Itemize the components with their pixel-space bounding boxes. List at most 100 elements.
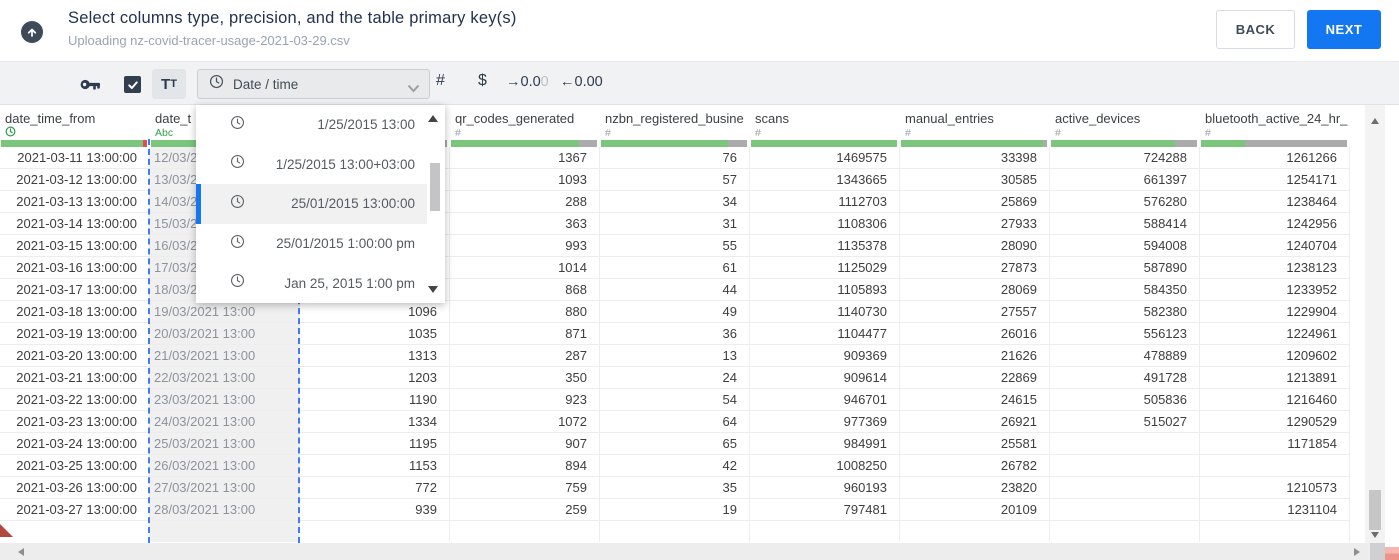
scroll-down-icon[interactable]	[1371, 532, 1379, 538]
cell[interactable]: 259	[450, 499, 600, 521]
cell[interactable]: 2021-03-12 13:00:00	[0, 169, 150, 191]
cell[interactable]: 1233952	[1200, 279, 1350, 301]
cell[interactable]: 1125029	[750, 257, 900, 279]
cell[interactable]: 288	[450, 191, 600, 213]
number-type-button[interactable]: #	[436, 72, 445, 90]
currency-type-button[interactable]: $	[478, 72, 487, 90]
column-header[interactable]: bluetooth_active_24_hr_ #	[1200, 105, 1350, 147]
cell[interactable]: 2021-03-21 13:00:00	[0, 367, 150, 389]
column-manual_entries[interactable]: manual_entries #33398 30585 25869 27933 28090…	[900, 105, 1050, 543]
cell[interactable]: 35	[600, 477, 750, 499]
cell[interactable]: 993	[450, 235, 600, 257]
cell[interactable]: 2021-03-17 13:00:00	[0, 279, 150, 301]
cell[interactable]: 880	[450, 301, 600, 323]
cell[interactable]: 22/03/2021 13:00	[150, 367, 300, 389]
cell[interactable]: 1254171	[1200, 169, 1350, 191]
column-type-dropdown[interactable]: Date / time	[197, 69, 430, 99]
column-scans[interactable]: scans #1469575 1343665 1112703 1108306 113537…	[750, 105, 900, 543]
cell[interactable]: 1238123	[1200, 257, 1350, 279]
column-header[interactable]: manual_entries #	[900, 105, 1050, 147]
cell[interactable]: 61	[600, 257, 750, 279]
cell[interactable]: 55	[600, 235, 750, 257]
cell[interactable]: 1190	[300, 389, 450, 411]
cell[interactable]: 25581	[900, 433, 1050, 455]
cell[interactable]: 2021-03-14 13:00:00	[0, 213, 150, 235]
scroll-left-icon[interactable]	[18, 548, 24, 556]
scroll-up-icon[interactable]	[1371, 118, 1379, 124]
cell[interactable]: 19/03/2021 13:00	[150, 301, 300, 323]
cell[interactable]: 556123	[1050, 323, 1200, 345]
column-header[interactable]: active_devices #	[1050, 105, 1200, 147]
cell[interactable]: 1035	[300, 323, 450, 345]
date-format-option[interactable]: Jan 25, 2015 1:00 pm	[196, 263, 427, 303]
cell[interactable]: 287	[450, 345, 600, 367]
cell[interactable]	[1050, 477, 1200, 499]
cell[interactable]: 1096	[300, 301, 450, 323]
cell[interactable]: 27933	[900, 213, 1050, 235]
cell[interactable]: 960193	[750, 477, 900, 499]
cell[interactable]: 946701	[750, 389, 900, 411]
cell[interactable]: 34	[600, 191, 750, 213]
cell[interactable]: 1104477	[750, 323, 900, 345]
primary-key-checkbox[interactable]	[124, 76, 141, 93]
cell[interactable]: 24615	[900, 389, 1050, 411]
cell[interactable]: 26782	[900, 455, 1050, 477]
cell[interactable]: 584350	[1050, 279, 1200, 301]
cell[interactable]: 28069	[900, 279, 1050, 301]
cell[interactable]: 1469575	[750, 147, 900, 169]
column-date_time_from[interactable]: date_time_from 2021-03-11 13:00:00 2021-03…	[0, 105, 150, 543]
cell[interactable]: 44	[600, 279, 750, 301]
cell[interactable]: 26016	[900, 323, 1050, 345]
date-format-option[interactable]: 25/01/2015 13:00:00	[196, 184, 427, 224]
cell[interactable]: 21/03/2021 13:00	[150, 345, 300, 367]
cell[interactable]: 76	[600, 147, 750, 169]
cell[interactable]: 26/03/2021 13:00	[150, 455, 300, 477]
cell[interactable]: 505836	[1050, 389, 1200, 411]
cell[interactable]: 1238464	[1200, 191, 1350, 213]
cell[interactable]: 977369	[750, 411, 900, 433]
cell[interactable]: 2021-03-23 13:00:00	[0, 411, 150, 433]
primary-key-icon[interactable]	[80, 77, 101, 92]
cell[interactable]: 2021-03-18 13:00:00	[0, 301, 150, 323]
column-active_devices[interactable]: active_devices #724288 661397 576280 588414 5…	[1050, 105, 1200, 543]
cell[interactable]: 1334	[300, 411, 450, 433]
cell[interactable]	[1050, 433, 1200, 455]
cell[interactable]: 1210573	[1200, 477, 1350, 499]
cell[interactable]: 871	[450, 323, 600, 345]
cell[interactable]: 1195	[300, 433, 450, 455]
cell[interactable]: 2021-03-19 13:00:00	[0, 323, 150, 345]
column-header[interactable]: qr_codes_generated #	[450, 105, 600, 147]
cell[interactable]: 22869	[900, 367, 1050, 389]
next-button[interactable]: NEXT	[1307, 10, 1381, 49]
column-bluetooth_active_24_hr_[interactable]: bluetooth_active_24_hr_ #1261266 1254171 12…	[1200, 105, 1350, 543]
vertical-scrollbar-thumb[interactable]	[1369, 490, 1381, 530]
cell[interactable]: 54	[600, 389, 750, 411]
cell[interactable]: 1290529	[1200, 411, 1350, 433]
cell[interactable]: 661397	[1050, 169, 1200, 191]
column-qr_codes_generated[interactable]: qr_codes_generated #1367 1093 288 363 993 1014…	[450, 105, 600, 543]
cell[interactable]: 1313	[300, 345, 450, 367]
date-format-option[interactable]: 25/01/2015 1:00:00 pm	[196, 224, 427, 264]
increase-precision-button[interactable]: ←0.00	[560, 74, 603, 90]
cell[interactable]: 1108306	[750, 213, 900, 235]
cell[interactable]: 2021-03-26 13:00:00	[0, 477, 150, 499]
cell[interactable]: 724288	[1050, 147, 1200, 169]
cell[interactable]: 28090	[900, 235, 1050, 257]
cell[interactable]: 759	[450, 477, 600, 499]
cell[interactable]: 24	[600, 367, 750, 389]
cell[interactable]: 1093	[450, 169, 600, 191]
cell[interactable]: 19	[600, 499, 750, 521]
cell[interactable]	[1050, 499, 1200, 521]
cell[interactable]: 2021-03-24 13:00:00	[0, 433, 150, 455]
cell[interactable]: 1014	[450, 257, 600, 279]
cell[interactable]: 33398	[900, 147, 1050, 169]
cell[interactable]: 21626	[900, 345, 1050, 367]
cell[interactable]: 2021-03-27 13:00:00	[0, 499, 150, 521]
cell[interactable]: 2021-03-20 13:00:00	[0, 345, 150, 367]
cell[interactable]: 894	[450, 455, 600, 477]
cell[interactable]: 350	[450, 367, 600, 389]
cell[interactable]: 1140730	[750, 301, 900, 323]
cell[interactable]: 1343665	[750, 169, 900, 191]
cell[interactable]: 1242956	[1200, 213, 1350, 235]
cell[interactable]: 594008	[1050, 235, 1200, 257]
